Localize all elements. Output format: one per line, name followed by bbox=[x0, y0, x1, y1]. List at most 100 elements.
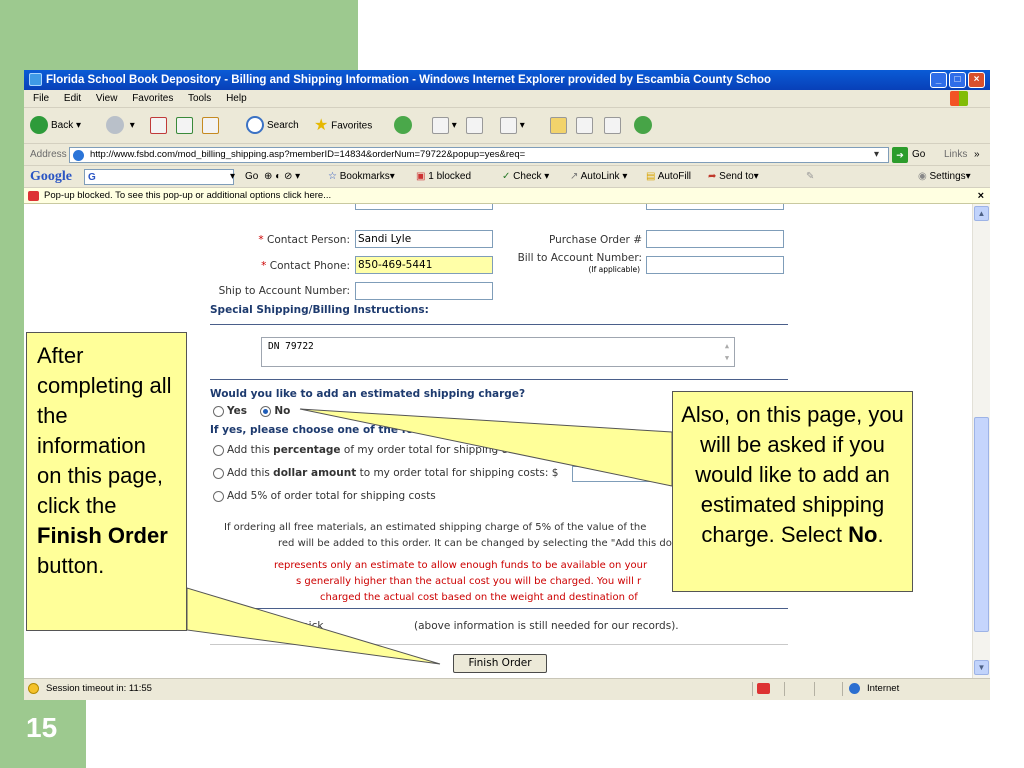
media-button[interactable] bbox=[604, 116, 621, 136]
search-label: Search bbox=[267, 120, 299, 131]
instructions-title: Special Shipping/Billing Instructions: bbox=[210, 304, 429, 316]
customer-pickup-option[interactable]: Customer will pick bbox=[213, 620, 323, 632]
scroll-down-icon[interactable]: ▼ bbox=[974, 660, 989, 675]
scroll-up-icon[interactable]: ▲ bbox=[974, 206, 989, 221]
radio-no[interactable]: No bbox=[260, 405, 290, 417]
research-icon bbox=[576, 116, 593, 134]
scroll-thumb[interactable] bbox=[974, 417, 989, 632]
history-icon bbox=[394, 116, 412, 135]
mail-button[interactable]: ▾ bbox=[432, 116, 457, 136]
home-icon bbox=[202, 116, 219, 134]
edit-button[interactable]: ▾ bbox=[500, 116, 525, 136]
popup-blocked-button[interactable]: ▣ 1 blocked bbox=[416, 166, 471, 188]
estimate-warning-1: represents only an estimate to allow eno… bbox=[274, 560, 648, 571]
finish-order-callout: After completing all the information on … bbox=[26, 332, 187, 631]
google-search-input[interactable]: G bbox=[84, 169, 234, 185]
divider bbox=[210, 324, 788, 325]
autofill-label: AutoFill bbox=[657, 171, 692, 182]
radio-yes[interactable]: Yes bbox=[213, 405, 247, 417]
folder-button[interactable] bbox=[550, 116, 567, 136]
print-button[interactable] bbox=[466, 116, 483, 136]
instructions-value: DN 79722 bbox=[268, 341, 314, 352]
forward-button[interactable]: ▾ bbox=[106, 116, 135, 136]
google-dropdown[interactable]: ▾ bbox=[230, 166, 235, 188]
radio-yes-circle[interactable] bbox=[213, 405, 224, 417]
settings-button[interactable]: ◉ Settings▾ bbox=[918, 166, 971, 188]
maximize-button[interactable]: □ bbox=[949, 72, 966, 88]
back-button[interactable]: Back ▾ bbox=[30, 116, 81, 136]
menu-bar: File Edit View Favorites Tools Help bbox=[24, 90, 990, 108]
status-separator bbox=[784, 682, 785, 696]
media-icon bbox=[604, 116, 621, 134]
menu-file[interactable]: File bbox=[33, 93, 49, 104]
popup-info-bar[interactable]: Pop-up blocked. To see this pop-up or ad… bbox=[24, 188, 990, 204]
menu-favorites[interactable]: Favorites bbox=[132, 93, 173, 104]
menu-view[interactable]: View bbox=[96, 93, 118, 104]
slide-accent-top bbox=[0, 0, 358, 70]
radio-no-circle[interactable] bbox=[260, 405, 272, 417]
popup-close-icon[interactable]: × bbox=[978, 188, 984, 204]
spellcheck-icon: ✓ bbox=[502, 171, 511, 182]
radio-5pct[interactable] bbox=[213, 490, 224, 502]
partial-field-left[interactable] bbox=[355, 204, 493, 210]
radio-percentage[interactable] bbox=[213, 444, 224, 456]
autolink-button[interactable]: ↗ AutoLink ▾ bbox=[570, 166, 627, 188]
partial-field-right[interactable] bbox=[646, 204, 784, 210]
links-more-icon[interactable]: » bbox=[974, 144, 980, 166]
messenger-button[interactable] bbox=[634, 116, 655, 136]
radio-dollar[interactable] bbox=[213, 467, 224, 479]
purchase-order-input[interactable] bbox=[646, 230, 784, 248]
bookmarks-label: Bookmarks bbox=[339, 171, 390, 182]
minimize-button[interactable]: _ bbox=[930, 72, 947, 88]
left-callout-text: After completing all the information on … bbox=[37, 343, 172, 518]
go-button[interactable]: Go bbox=[912, 144, 925, 166]
popup-blocker-status-icon[interactable] bbox=[757, 683, 770, 694]
autofill-button[interactable]: ▤ AutoFill bbox=[646, 166, 691, 188]
sendto-button[interactable]: ➦ Send to▾ bbox=[708, 166, 759, 188]
contact-phone-input[interactable]: 850-469-5441 bbox=[355, 256, 493, 274]
bill-to-label: Bill to Account Number: bbox=[517, 252, 642, 264]
close-button[interactable]: × bbox=[968, 72, 985, 88]
refresh-button[interactable] bbox=[176, 116, 193, 136]
bill-to-input[interactable] bbox=[646, 256, 784, 274]
address-input[interactable]: http://www.fsbd.com/mod_billing_shipping… bbox=[69, 147, 889, 163]
google-toolbar: Google G ▾ Go ⊕ ◐ ⊘ ▾ ☆ Bookmarks▾ ▣ 1 b… bbox=[24, 166, 990, 188]
contact-person-input[interactable]: Sandi Lyle bbox=[355, 230, 493, 248]
instructions-textarea[interactable]: DN 79722 ▲ ▼ bbox=[261, 337, 735, 367]
option-dollar[interactable]: Add this dollar amount to my order total… bbox=[213, 467, 558, 479]
home-button[interactable] bbox=[202, 116, 219, 136]
settings-label: Settings bbox=[929, 171, 966, 182]
customer-pickup-checkbox[interactable] bbox=[213, 620, 224, 632]
textarea-scroll-icon[interactable]: ▲ ▼ bbox=[722, 340, 732, 364]
stop-button[interactable] bbox=[150, 116, 167, 136]
printer-icon bbox=[466, 116, 483, 134]
favorites-button[interactable]: ★ Favorites bbox=[314, 116, 372, 136]
history-button[interactable] bbox=[394, 116, 415, 136]
bookmarks-button[interactable]: ☆ Bookmarks▾ bbox=[328, 166, 395, 188]
divider bbox=[210, 608, 788, 609]
google-go-button[interactable]: Go bbox=[245, 166, 258, 188]
vertical-scrollbar[interactable]: ▲ ▼ bbox=[972, 204, 990, 678]
right-callout-bold: No bbox=[848, 522, 878, 547]
ship-to-input[interactable] bbox=[355, 282, 493, 300]
google-tools-icons[interactable]: ⊕ ◐ ⊘ ▾ bbox=[264, 166, 300, 188]
dollar-amount-input[interactable] bbox=[572, 466, 672, 482]
bill-to-sublabel: (If applicable) bbox=[588, 265, 640, 274]
research-button[interactable] bbox=[576, 116, 593, 136]
google-logo: Google bbox=[30, 169, 72, 184]
address-dropdown[interactable]: ▾ bbox=[874, 144, 879, 166]
highlighter-icon[interactable]: ✎ bbox=[806, 166, 814, 188]
menu-help[interactable]: Help bbox=[226, 93, 247, 104]
search-button[interactable]: Search bbox=[246, 116, 299, 136]
links-button[interactable]: Links bbox=[944, 144, 967, 166]
slide-accent-left bbox=[0, 0, 24, 768]
option-5pct[interactable]: Add 5% of order total for shipping costs bbox=[213, 490, 436, 502]
option-percentage[interactable]: Add this percentage of my order total fo… bbox=[213, 444, 514, 456]
go-arrow-icon[interactable]: ➔ bbox=[892, 147, 908, 163]
menu-edit[interactable]: Edit bbox=[64, 93, 81, 104]
option-percentage-pre: Add this bbox=[227, 444, 274, 456]
spellcheck-button[interactable]: ✓ Check ▾ bbox=[502, 166, 549, 188]
finish-order-button[interactable]: Finish Order bbox=[453, 654, 547, 673]
contact-phone-label-text: Contact Phone: bbox=[269, 260, 350, 272]
menu-tools[interactable]: Tools bbox=[188, 93, 211, 104]
